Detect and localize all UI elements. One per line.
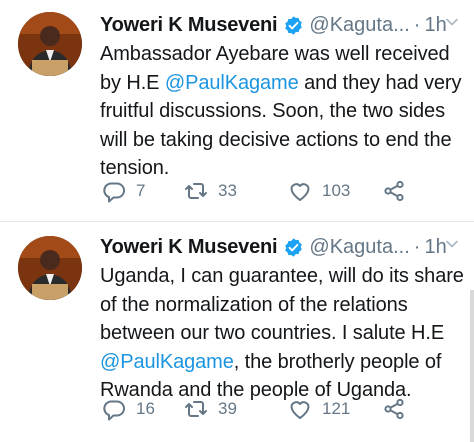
share-button[interactable] xyxy=(382,396,406,422)
tweet-actions: 7 33 103 xyxy=(100,178,464,204)
chevron-down-icon[interactable] xyxy=(444,14,460,30)
reply-icon xyxy=(103,182,125,203)
tweet-text: Uganda, I can guarantee, will do its sha… xyxy=(100,262,468,405)
share-button[interactable] xyxy=(382,178,406,204)
retweet-count: 33 xyxy=(218,181,237,200)
like-count: 103 xyxy=(322,181,351,200)
mention-link[interactable]: @PaulKagame xyxy=(100,351,234,373)
reply-icon xyxy=(103,400,125,421)
like-button[interactable]: 103 xyxy=(288,178,350,204)
reply-count: 7 xyxy=(136,181,146,200)
tweet-text-part: Uganda, I can guarantee, will do its sha… xyxy=(100,265,464,344)
author-name[interactable]: Yoweri K Museveni xyxy=(100,236,278,259)
retweet-button[interactable]: 33 xyxy=(184,178,237,204)
like-count: 121 xyxy=(322,399,351,418)
retweet-icon xyxy=(185,183,207,199)
share-icon xyxy=(384,398,404,420)
tweet-actions: 16 39 121 xyxy=(100,396,464,422)
author-handle[interactable]: @Kaguta... xyxy=(309,14,409,37)
reply-button[interactable]: 7 xyxy=(102,178,145,204)
reply-button[interactable]: 16 xyxy=(102,396,155,422)
header-separator: · xyxy=(413,235,421,258)
avatar[interactable] xyxy=(18,236,82,300)
chevron-down-icon[interactable] xyxy=(444,236,460,252)
mention-link[interactable]: @PaulKagame xyxy=(165,72,299,94)
header-separator: · xyxy=(413,13,421,36)
tweet-header: Yoweri K Museveni @Kaguta... · 1h xyxy=(100,10,464,40)
avatar[interactable] xyxy=(18,12,82,76)
scrollbar[interactable] xyxy=(470,290,474,442)
author-handle[interactable]: @Kaguta... xyxy=(309,236,409,259)
author-name[interactable]: Yoweri K Museveni xyxy=(100,14,278,37)
retweet-icon xyxy=(185,401,207,417)
retweet-button[interactable]: 39 xyxy=(184,396,237,422)
tweet-header: Yoweri K Museveni @Kaguta... · 1h xyxy=(100,232,464,262)
tweet-text: Ambassador Ayebare was well received by … xyxy=(100,40,468,183)
reply-count: 16 xyxy=(136,399,155,418)
tweet[interactable]: Yoweri K Museveni @Kaguta... · 1h Uganda… xyxy=(0,222,474,442)
verified-badge-icon xyxy=(285,237,303,257)
like-button[interactable]: 121 xyxy=(288,396,350,422)
retweet-count: 39 xyxy=(218,399,237,418)
share-icon xyxy=(384,180,404,202)
verified-badge-icon xyxy=(285,15,303,35)
like-icon xyxy=(290,183,310,201)
like-icon xyxy=(290,401,310,419)
tweet[interactable]: Yoweri K Museveni @Kaguta... · 1h Ambass… xyxy=(0,0,474,222)
